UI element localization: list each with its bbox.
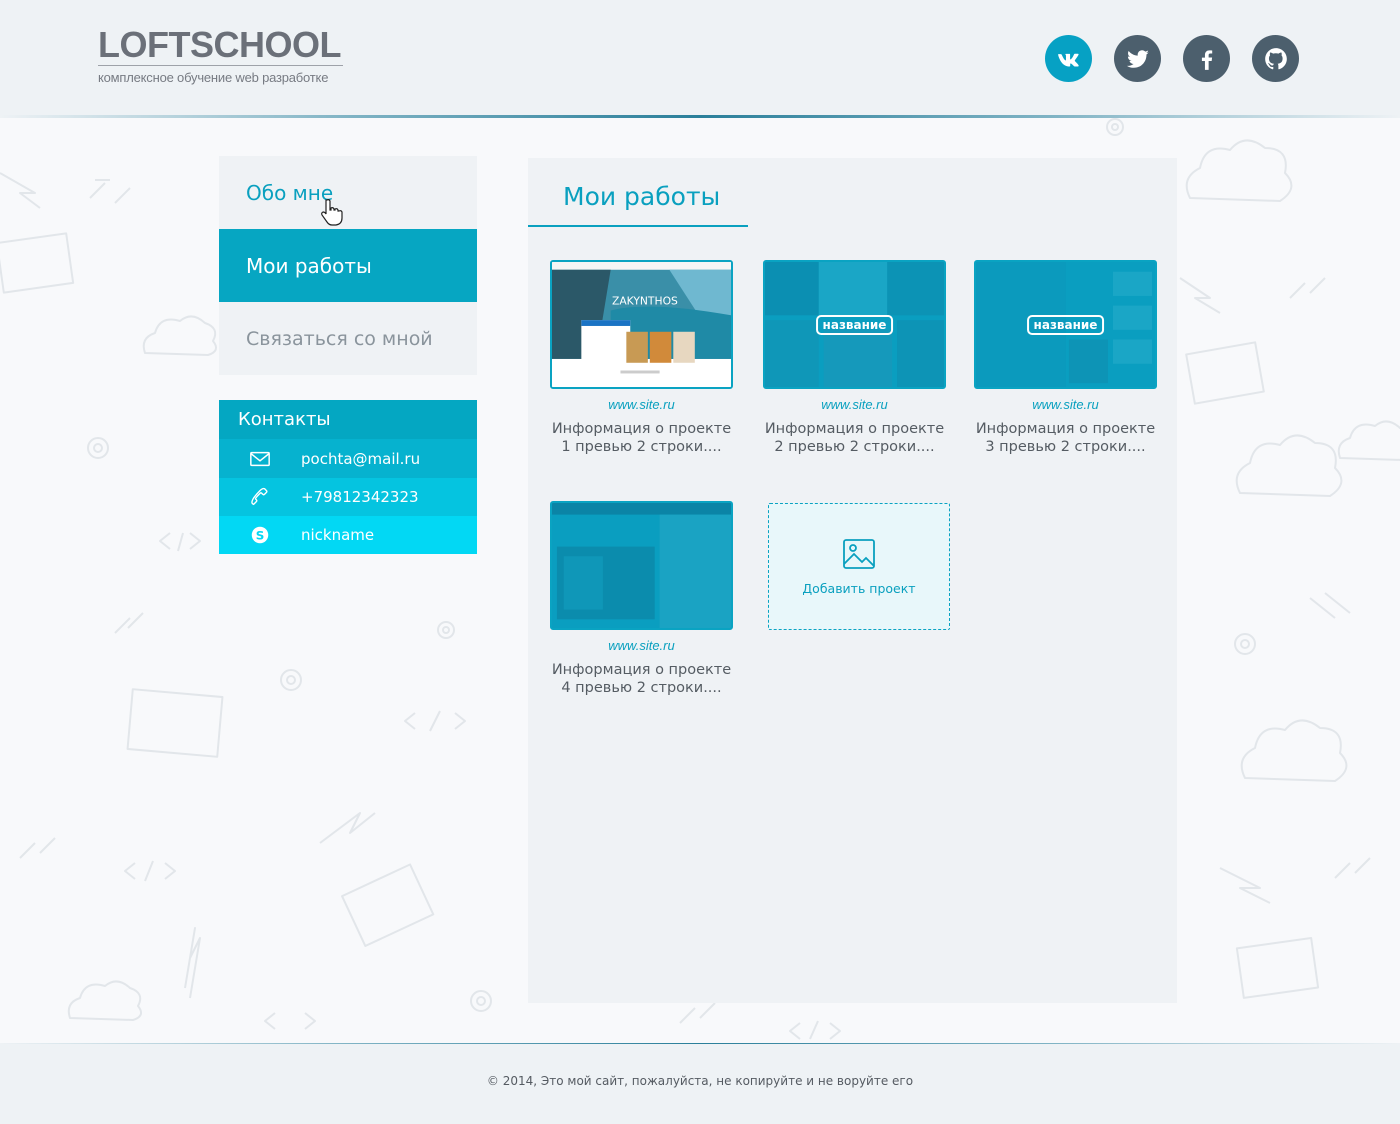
skype-icon: S (219, 524, 301, 546)
project-thumb-2[interactable]: название (763, 260, 946, 389)
project-card-3[interactable]: название www.site.ru Информация о проект… (974, 260, 1157, 456)
project-info-4-line2: 4 превью 2 строки.... (561, 680, 722, 696)
header-divider (0, 115, 1400, 118)
contact-skype[interactable]: S nickname (219, 516, 477, 554)
github-icon (1264, 47, 1287, 69)
contacts-panel: Контакты pochta@mail.ru +79812342323 S n… (219, 400, 477, 555)
svg-text:S: S (256, 529, 265, 543)
contact-skype-value: nickname (301, 526, 375, 544)
copyright: © 2014, Это мой сайт, пожалуйста, не коп… (486, 1074, 914, 1088)
project-thumb-1[interactable]: ZAKYNTHOS (550, 260, 733, 389)
vk-link[interactable] (1045, 35, 1092, 82)
project-site-1[interactable]: www.site.ru (550, 397, 733, 412)
project-card-2[interactable]: название www.site.ru Информация о проект… (763, 260, 946, 456)
project-info-2: Информация о проекте 2 превью 2 строки..… (763, 420, 946, 456)
project-info-3-line1: Информация о проекте (975, 421, 1156, 437)
project-card-1[interactable]: ZAKYNTHOS www.site.ru Информация о проек… (550, 260, 733, 456)
mail-icon (219, 448, 301, 470)
github-link[interactable] (1252, 35, 1299, 82)
vk-icon (1057, 53, 1079, 66)
project-screenshot-1: ZAKYNTHOS (552, 262, 731, 387)
project-info-2-line1: Информация о проекте (764, 421, 945, 437)
project-site-2[interactable]: www.site.ru (763, 397, 946, 412)
logo-title: LOFTSCHOOL (98, 26, 343, 66)
contact-phone-value: +79812342323 (301, 488, 419, 506)
project-info-4-line1: Информация о проекте (551, 662, 732, 678)
project-badge-3: название (1026, 314, 1105, 335)
project-info-3-line2: 3 превью 2 строки.... (985, 439, 1146, 455)
hand-cursor-icon (321, 199, 343, 226)
project-screenshot-4 (552, 503, 731, 628)
project-site-3[interactable]: www.site.ru (974, 397, 1157, 412)
project-info-4: Информация о проекте 4 превью 2 строки..… (550, 661, 733, 697)
contact-phone[interactable]: +79812342323 (219, 478, 477, 516)
nav-item-about[interactable]: Обо мне (219, 156, 477, 229)
footer: © 2014, Это мой сайт, пожалуйста, не коп… (0, 1044, 1400, 1124)
logo[interactable]: LOFTSCHOOL комплексное обучение web разр… (98, 26, 348, 85)
nav-item-contact[interactable]: Связаться со мной (219, 302, 477, 375)
project-thumb-3[interactable]: название (974, 260, 1157, 389)
project-info-2-line2: 2 превью 2 строки.... (774, 439, 935, 455)
add-project-button[interactable]: Добавить проект (768, 503, 950, 630)
header: LOFTSCHOOL комплексное обучение web разр… (0, 0, 1400, 116)
project-info-1-line2: 1 превью 2 строки.... (561, 439, 722, 455)
project-site-4[interactable]: www.site.ru (550, 638, 733, 653)
facebook-link[interactable] (1183, 35, 1230, 82)
project-thumb-4[interactable] (550, 501, 733, 630)
thumb-title-text: ZAKYNTHOS (612, 295, 678, 308)
page-title: Мои работы (563, 182, 721, 211)
nav-item-contact-label: Связаться со мной (246, 327, 433, 350)
title-underline (528, 225, 748, 227)
image-icon (843, 539, 875, 569)
sidebar-nav: Обо мне Мои работы Связаться со мной (219, 156, 477, 375)
contacts-title: Контакты (219, 400, 477, 439)
contact-email-value: pochta@mail.ru (301, 449, 421, 468)
social-links (1045, 35, 1299, 82)
project-badge-2: название (815, 314, 894, 335)
project-card-4[interactable]: www.site.ru Информация о проекте 4 превь… (550, 501, 733, 697)
twitter-icon (1126, 49, 1149, 68)
phone-icon (219, 486, 301, 508)
facebook-icon (1201, 49, 1212, 70)
twitter-link[interactable] (1114, 35, 1161, 82)
add-project-label: Добавить проект (802, 581, 916, 596)
project-info-1-line1: Информация о проекте (551, 421, 732, 437)
works-panel: Мои работы ZAKYNTHOS www.site.ru Информа… (528, 158, 1177, 1003)
logo-subtitle: комплексное обучение web разработке (98, 70, 329, 85)
project-info-3: Информация о проекте 3 превью 2 строки..… (974, 420, 1157, 456)
contact-email[interactable]: pochta@mail.ru (219, 439, 477, 478)
project-info-1: Информация о проекте 1 превью 2 строки..… (550, 420, 733, 456)
nav-item-works[interactable]: Мои работы (219, 229, 477, 302)
nav-item-works-label: Мои работы (246, 253, 372, 278)
